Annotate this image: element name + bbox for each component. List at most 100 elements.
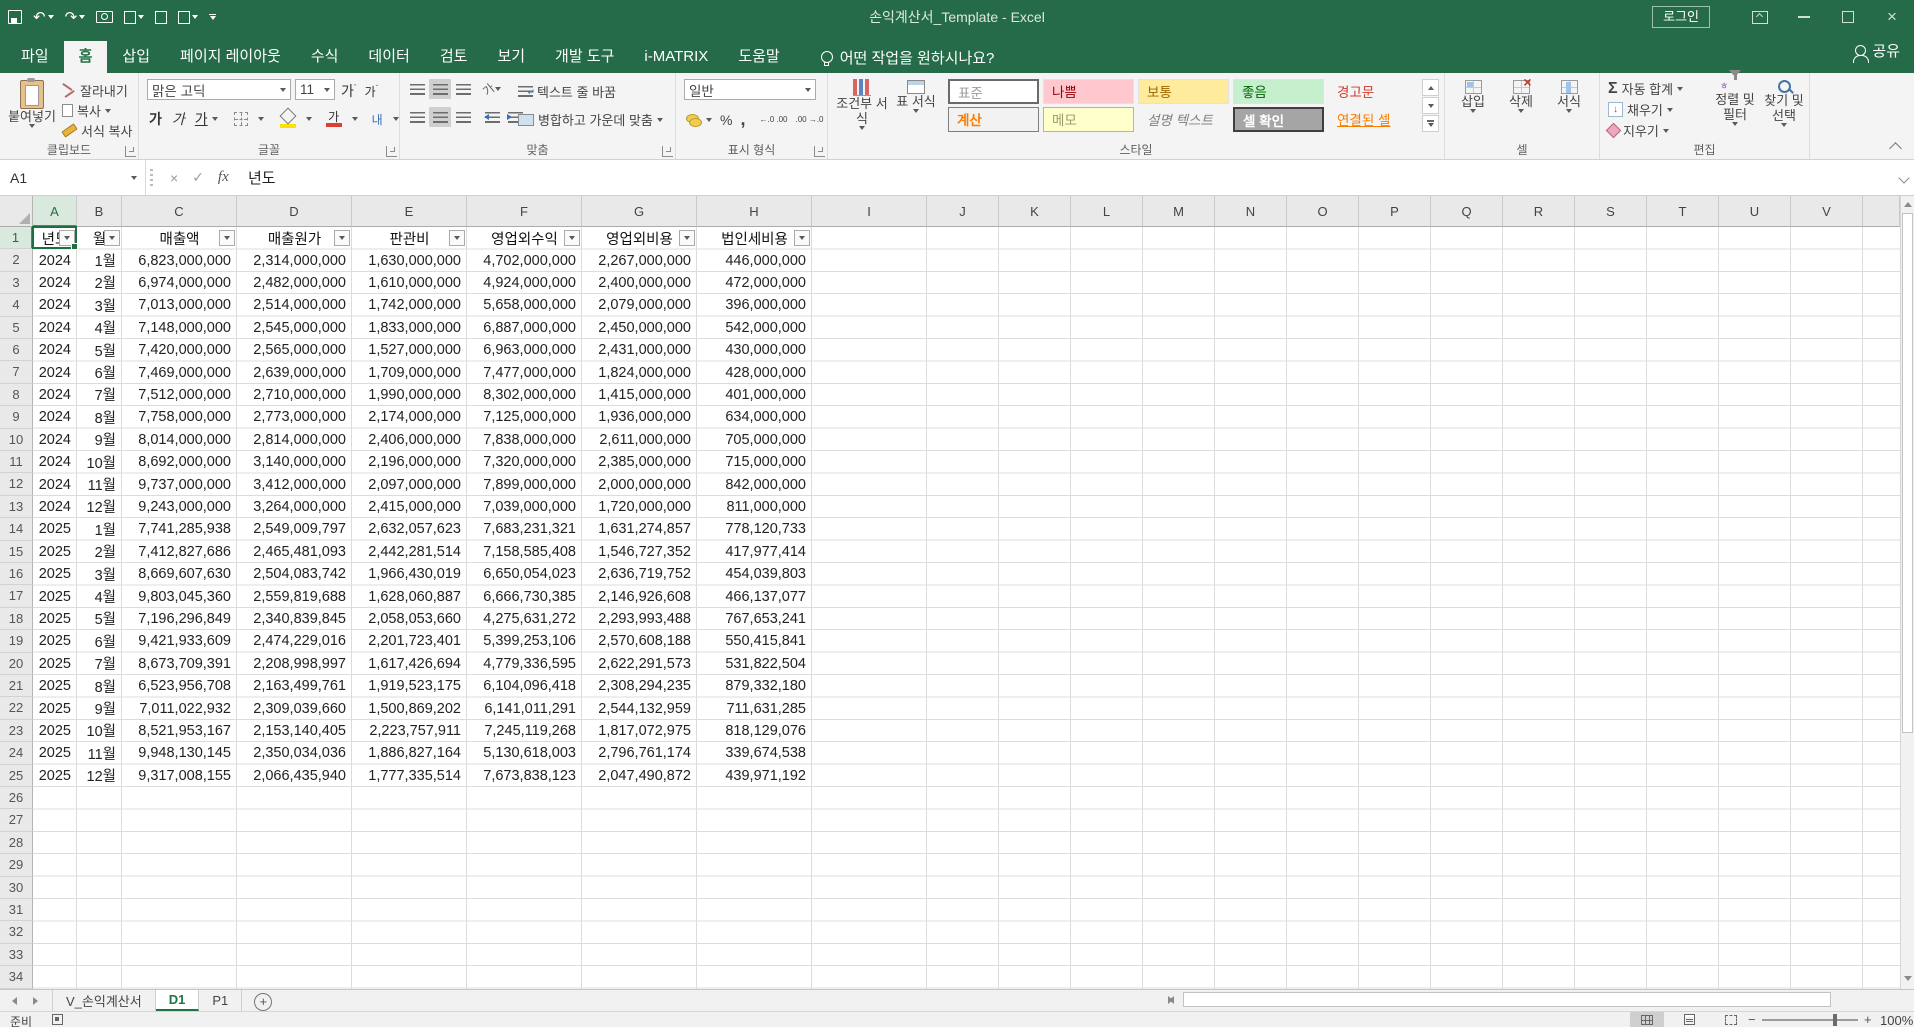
column-header-J[interactable]: J bbox=[927, 196, 999, 227]
cell-E17[interactable]: 1,628,060,887 bbox=[352, 585, 467, 607]
cell-F6[interactable]: 6,963,000,000 bbox=[467, 339, 582, 361]
cell-C22[interactable]: 7,011,022,932 bbox=[122, 697, 237, 719]
formula-bar-splitter[interactable] bbox=[150, 169, 153, 187]
scroll-right-icon[interactable] bbox=[1168, 996, 1173, 1004]
cell-H20[interactable]: 531,822,504 bbox=[697, 653, 812, 675]
cell-H19[interactable]: 550,415,841 bbox=[697, 630, 812, 652]
cell-G10[interactable]: 2,611,000,000 bbox=[582, 429, 697, 451]
row-header-9[interactable]: 9 bbox=[0, 406, 33, 428]
cell-style-normal[interactable]: 표준 bbox=[948, 79, 1039, 104]
filter-dropdown-icon-D[interactable] bbox=[334, 230, 350, 246]
filter-dropdown-icon-E[interactable] bbox=[449, 230, 465, 246]
row-header-4[interactable]: 4 bbox=[0, 294, 33, 316]
merge-center-button[interactable]: 병합하고 가운데 맞춤 bbox=[518, 110, 663, 129]
cell-H5[interactable]: 542,000,000 bbox=[697, 317, 812, 339]
cell-C21[interactable]: 6,523,956,708 bbox=[122, 675, 237, 697]
decrease-decimal-button[interactable]: .00 →.0 bbox=[795, 116, 823, 124]
cell-B6[interactable]: 5월 bbox=[77, 339, 122, 361]
cell-A25[interactable]: 2025 bbox=[33, 765, 77, 787]
row-header-3[interactable]: 3 bbox=[0, 272, 33, 294]
sheet-tab-v-income[interactable]: V_손익계산서 bbox=[53, 990, 156, 1011]
cell-F8[interactable]: 8,302,000,000 bbox=[467, 384, 582, 406]
cell-H16[interactable]: 454,039,803 bbox=[697, 563, 812, 585]
borders-icon[interactable] bbox=[234, 112, 248, 126]
cell-A15[interactable]: 2025 bbox=[33, 541, 77, 563]
cell-F19[interactable]: 5,399,253,106 bbox=[467, 630, 582, 652]
cell-A5[interactable]: 2024 bbox=[33, 317, 77, 339]
cell-F5[interactable]: 6,887,000,000 bbox=[467, 317, 582, 339]
cell-D12[interactable]: 3,412,000,000 bbox=[237, 473, 352, 495]
cell-E23[interactable]: 2,223,757,911 bbox=[352, 720, 467, 742]
wrap-text-button[interactable]: 텍스트 줄 바꿈 bbox=[518, 82, 616, 101]
cell-A6[interactable]: 2024 bbox=[33, 339, 77, 361]
gallery-down-icon[interactable] bbox=[1422, 97, 1439, 114]
cell-H11[interactable]: 715,000,000 bbox=[697, 451, 812, 473]
cell-B16[interactable]: 3월 bbox=[77, 563, 122, 585]
accounting-dropdown-icon[interactable] bbox=[706, 118, 712, 122]
row-header-26[interactable]: 26 bbox=[0, 787, 33, 809]
row-header-12[interactable]: 12 bbox=[0, 473, 33, 495]
cell-A4[interactable]: 2024 bbox=[33, 294, 77, 316]
cell-F18[interactable]: 4,275,631,272 bbox=[467, 608, 582, 630]
cell-F14[interactable]: 7,683,231,321 bbox=[467, 518, 582, 540]
page-break-view-icon[interactable] bbox=[1714, 1012, 1748, 1027]
column-header-D[interactable]: D bbox=[237, 196, 352, 227]
cell-A9[interactable]: 2024 bbox=[33, 406, 77, 428]
font-color-button[interactable]: 가 bbox=[326, 111, 342, 127]
bold-button[interactable]: 가 bbox=[149, 109, 162, 129]
cell-D19[interactable]: 2,474,229,016 bbox=[237, 630, 352, 652]
cell-F25[interactable]: 7,673,838,123 bbox=[467, 765, 582, 787]
horizontal-scroll-thumb[interactable] bbox=[1183, 992, 1831, 1007]
row-header-29[interactable]: 29 bbox=[0, 854, 33, 876]
cell-A23[interactable]: 2025 bbox=[33, 720, 77, 742]
filter-dropdown-icon-F[interactable] bbox=[564, 230, 580, 246]
cell-E10[interactable]: 2,406,000,000 bbox=[352, 429, 467, 451]
cell-B10[interactable]: 9월 bbox=[77, 429, 122, 451]
cell-B12[interactable]: 11월 bbox=[77, 473, 122, 495]
column-header-E[interactable]: E bbox=[352, 196, 467, 227]
cell-E13[interactable]: 2,415,000,000 bbox=[352, 496, 467, 518]
cell-D10[interactable]: 2,814,000,000 bbox=[237, 429, 352, 451]
increase-decimal-button[interactable]: ←.0 .00 bbox=[759, 116, 787, 124]
cell-G15[interactable]: 1,546,727,352 bbox=[582, 541, 697, 563]
cell-C12[interactable]: 9,737,000,000 bbox=[122, 473, 237, 495]
cell-B23[interactable]: 10월 bbox=[77, 720, 122, 742]
row-header-20[interactable]: 20 bbox=[0, 653, 33, 675]
format-cells-button[interactable]: 서식 bbox=[1547, 77, 1591, 113]
column-header-P[interactable]: P bbox=[1359, 196, 1431, 227]
cell-D21[interactable]: 2,163,499,761 bbox=[237, 675, 352, 697]
cell-style-explanatory[interactable]: 설명 텍스트 bbox=[1138, 107, 1229, 132]
row-header-7[interactable]: 7 bbox=[0, 361, 33, 383]
row-header-30[interactable]: 30 bbox=[0, 877, 33, 899]
minimize-icon[interactable] bbox=[1782, 0, 1826, 34]
row-header-6[interactable]: 6 bbox=[0, 339, 33, 361]
cell-A14[interactable]: 2025 bbox=[33, 518, 77, 540]
cell-B2[interactable]: 1월 bbox=[77, 249, 122, 271]
scroll-down-icon[interactable] bbox=[1904, 976, 1912, 981]
filter-dropdown-icon-B[interactable] bbox=[104, 230, 120, 246]
cell-C24[interactable]: 9,948,130,145 bbox=[122, 742, 237, 764]
row-header-8[interactable]: 8 bbox=[0, 384, 33, 406]
cell-F4[interactable]: 5,658,000,000 bbox=[467, 294, 582, 316]
number-dialog-launcher-icon[interactable] bbox=[814, 146, 825, 157]
cell-E21[interactable]: 1,919,523,175 bbox=[352, 675, 467, 697]
filter-dropdown-icon-H[interactable] bbox=[794, 230, 810, 246]
tab-insert[interactable]: 삽입 bbox=[107, 41, 165, 73]
clear-button[interactable]: 지우기 bbox=[1608, 121, 1669, 140]
cell-H7[interactable]: 428,000,000 bbox=[697, 361, 812, 383]
zoom-out-icon[interactable]: − bbox=[1748, 1012, 1756, 1027]
cell-B5[interactable]: 4월 bbox=[77, 317, 122, 339]
row-header-28[interactable]: 28 bbox=[0, 832, 33, 854]
cell-D9[interactable]: 2,773,000,000 bbox=[237, 406, 352, 428]
zoom-in-icon[interactable]: + bbox=[1864, 1012, 1872, 1027]
row-header-21[interactable]: 21 bbox=[0, 675, 33, 697]
cell-B18[interactable]: 5월 bbox=[77, 608, 122, 630]
cell-H24[interactable]: 339,674,538 bbox=[697, 742, 812, 764]
cell-F22[interactable]: 6,141,011,291 bbox=[467, 697, 582, 719]
column-header-T[interactable]: T bbox=[1647, 196, 1719, 227]
column-header-V[interactable]: V bbox=[1791, 196, 1863, 227]
grow-font-button[interactable]: 가ˆ bbox=[341, 81, 357, 101]
row-header-18[interactable]: 18 bbox=[0, 608, 33, 630]
fill-color-button[interactable] bbox=[280, 110, 296, 128]
underline-dropdown-icon[interactable] bbox=[212, 117, 218, 121]
